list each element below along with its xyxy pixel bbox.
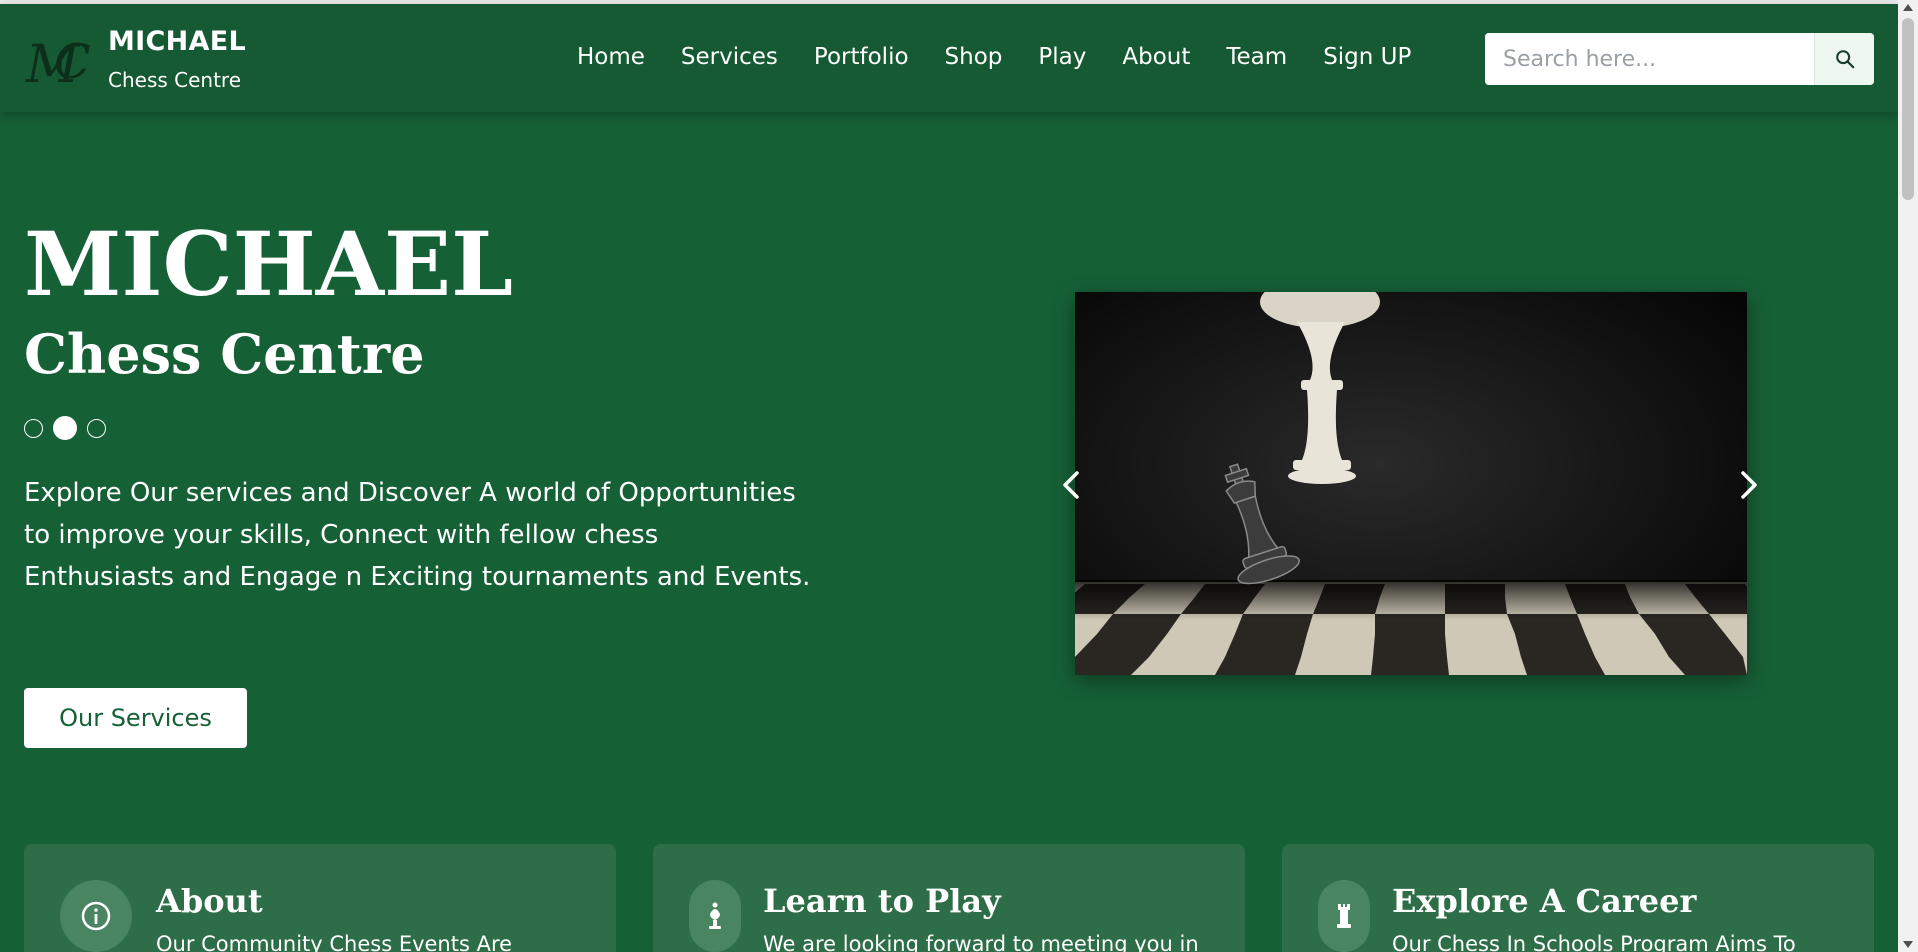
card-text: We are looking forward to meeting you in xyxy=(763,932,1199,952)
carousel-dot-2-active[interactable] xyxy=(53,416,77,440)
card-icon-wrap xyxy=(689,880,741,952)
carousel-image xyxy=(1075,292,1747,675)
scroll-down-arrow-icon[interactable] xyxy=(1903,941,1913,948)
search-box xyxy=(1485,33,1874,85)
nav-sign-up[interactable]: Sign UP xyxy=(1323,44,1411,70)
search-icon xyxy=(1835,50,1854,69)
card-text: Our Community Chess Events Are xyxy=(156,932,513,952)
our-services-button[interactable]: Our Services xyxy=(24,688,247,748)
card-icon-wrap xyxy=(60,880,132,952)
hero-subtitle: Chess Centre xyxy=(24,322,425,386)
carousel-next-arrow[interactable] xyxy=(1733,465,1763,505)
rook-icon xyxy=(1337,904,1351,928)
main-nav: Home Services Portfolio Shop Play About … xyxy=(577,44,1447,70)
nav-about[interactable]: About xyxy=(1122,44,1190,70)
search-button[interactable] xyxy=(1814,33,1874,85)
bishop-icon xyxy=(709,902,721,929)
scrollbar-thumb[interactable] xyxy=(1902,18,1914,200)
nav-shop[interactable]: Shop xyxy=(945,44,1003,70)
card-explore-career[interactable]: Explore A Career Our Chess In Schools Pr… xyxy=(1282,844,1874,952)
card-title: Learn to Play xyxy=(763,882,1001,920)
nav-play[interactable]: Play xyxy=(1038,44,1086,70)
card-learn-to-play[interactable]: Learn to Play We are looking forward to … xyxy=(653,844,1245,952)
card-title: Explore A Career xyxy=(1392,882,1697,920)
search-input[interactable] xyxy=(1485,33,1814,85)
site-header: M C MICHAEL Chess Centre Home Services P… xyxy=(0,4,1898,112)
carousel-dot-3[interactable] xyxy=(87,418,106,438)
card-about[interactable]: About Our Community Chess Events Are xyxy=(24,844,616,952)
info-icon xyxy=(81,901,111,931)
carousel-dot-1[interactable] xyxy=(24,418,43,438)
brand-name[interactable]: MICHAEL xyxy=(108,26,246,57)
nav-team[interactable]: Team xyxy=(1226,44,1287,70)
carousel-indicators xyxy=(24,416,106,440)
brand-subtitle: Chess Centre xyxy=(108,68,242,92)
card-title: About xyxy=(156,882,263,920)
card-icon-wrap xyxy=(1318,880,1370,952)
hero-description: Explore Our services and Discover A worl… xyxy=(24,478,811,592)
chess-pieces-image xyxy=(1075,292,1747,675)
card-text: Our Chess In Schools Program Aims To xyxy=(1392,932,1796,952)
nav-home[interactable]: Home xyxy=(577,44,645,70)
carousel-prev-arrow[interactable] xyxy=(1057,465,1087,505)
svg-text:C: C xyxy=(54,34,91,90)
scroll-up-arrow-icon[interactable] xyxy=(1903,4,1913,11)
vertical-scrollbar[interactable] xyxy=(1898,0,1918,952)
logo-icon[interactable]: M C xyxy=(24,28,96,92)
nav-services[interactable]: Services xyxy=(681,44,778,70)
hero-title: MICHAEL xyxy=(24,212,513,316)
nav-portfolio[interactable]: Portfolio xyxy=(814,44,909,70)
